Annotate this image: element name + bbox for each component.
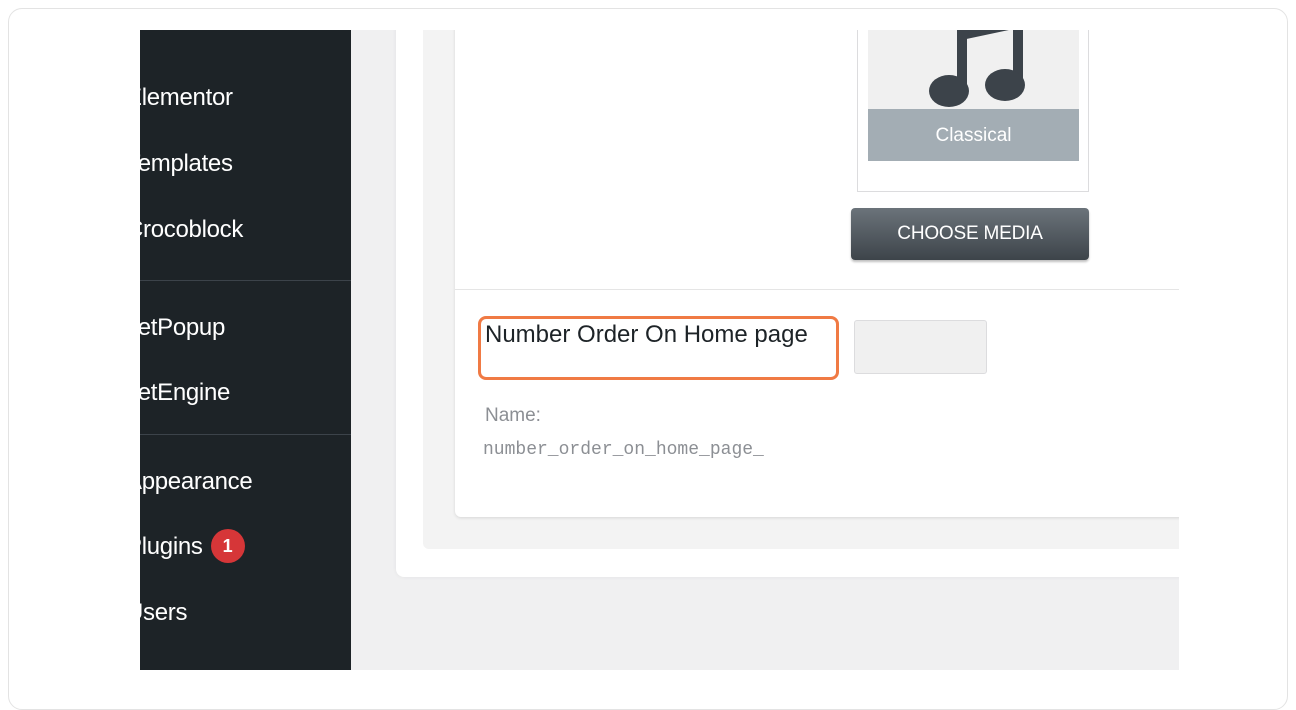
screenshot-frame: Elementor Templates Crocoblock JetPopup … — [8, 8, 1288, 710]
sidebar-item-crocoblock[interactable]: Crocoblock — [140, 210, 243, 250]
sidebar-item-templates[interactable]: Templates — [140, 144, 233, 184]
choose-media-button[interactable]: CHOOSE MEDIA — [851, 208, 1089, 260]
sidebar-item-users[interactable]: Users — [140, 593, 187, 633]
update-count-badge: 1 — [210, 529, 245, 563]
thumbnail-preview: Classical — [868, 30, 1079, 161]
music-note-icon — [929, 30, 1025, 107]
sidebar-item-label: Elementor — [140, 84, 233, 111]
media-thumbnail[interactable]: Classical — [857, 30, 1089, 192]
admin-sidebar: Elementor Templates Crocoblock JetPopup … — [140, 30, 351, 670]
sidebar-item-appearance[interactable]: Appearance — [140, 462, 253, 502]
field-name-value: number_order_on_home_page_ — [483, 440, 764, 460]
sidebar-separator — [140, 434, 351, 435]
sidebar-item-plugins[interactable]: Plugins 1 — [140, 527, 245, 567]
sidebar-item-label: JetEngine — [140, 379, 231, 406]
sidebar-item-label: Appearance — [140, 468, 253, 495]
sidebar-item-label: JetPopup — [140, 314, 226, 341]
sidebar-item-label: Crocoblock — [140, 216, 244, 243]
field-name-label: Name: — [485, 405, 541, 426]
sidebar-item-label: Plugins — [140, 533, 203, 560]
admin-viewport: Elementor Templates Crocoblock JetPopup … — [140, 30, 1179, 670]
number-order-input[interactable] — [854, 320, 987, 374]
field-label: Number Order On Home page — [485, 321, 808, 348]
sidebar-item-label: Templates — [140, 150, 233, 177]
sidebar-item-jetengine[interactable]: JetEngine — [140, 373, 230, 413]
field-divider — [455, 289, 1179, 290]
sidebar-item-jetpopup[interactable]: JetPopup — [140, 308, 225, 348]
sidebar-item-elementor[interactable]: Elementor — [140, 78, 233, 118]
thumbnail-caption: Classical — [868, 109, 1079, 161]
sidebar-separator — [140, 280, 351, 281]
sidebar-item-label: Users — [140, 599, 188, 626]
